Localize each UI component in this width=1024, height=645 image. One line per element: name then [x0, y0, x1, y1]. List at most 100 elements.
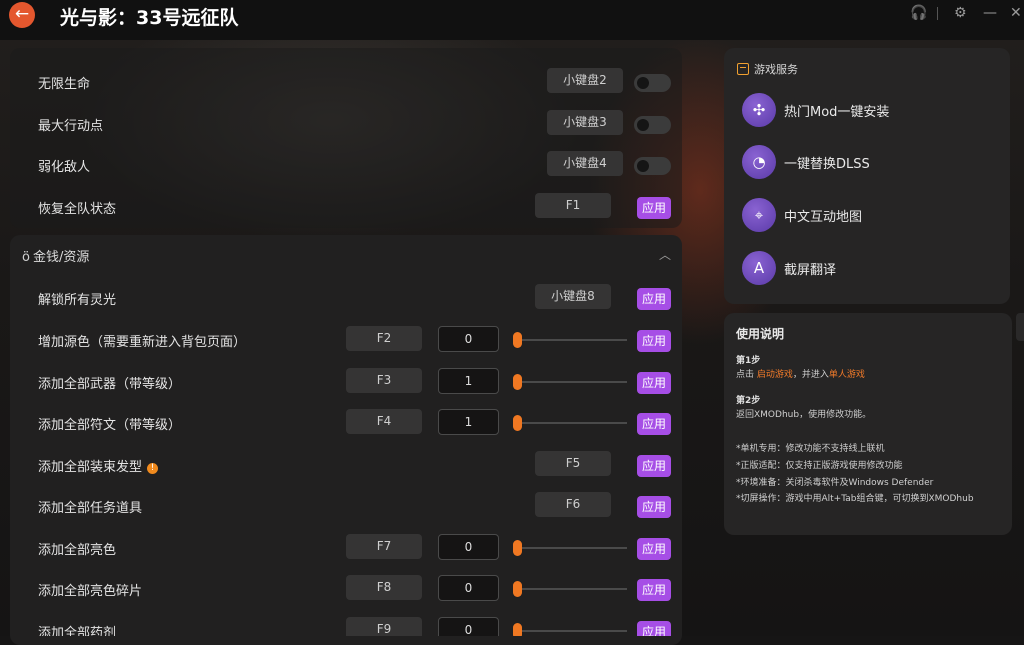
side-drawer-handle[interactable]	[1016, 313, 1024, 341]
slider-track[interactable]	[517, 422, 627, 424]
service-mod-install[interactable]: ✣ 热门Mod一键安装	[742, 90, 1002, 130]
hotkey-button[interactable]: F5	[535, 451, 611, 476]
cheat-label: 添加全部装束发型!	[38, 456, 159, 475]
hotkey-button[interactable]: F1	[535, 193, 611, 218]
cheat-row: 添加全部亮色 F7 0 应用	[10, 527, 682, 565]
cheat-toggle[interactable]	[634, 74, 671, 92]
hotkey-button[interactable]: 小键盘8	[535, 284, 611, 309]
service-label: 一键替换DLSS	[784, 157, 870, 172]
step1-text: 点击 启动游戏，并进入单人游戏	[736, 367, 865, 380]
title-divider	[937, 7, 938, 20]
section-title: 金钱/资源	[32, 250, 90, 265]
cheat-label: 添加全部符文（带等级）	[38, 418, 182, 433]
slider-thumb[interactable]	[513, 415, 522, 431]
step2-text: 返回XMODhub，使用修改功能。	[736, 410, 872, 420]
cheat-row: 添加全部亮色碎片 F8 0 应用	[10, 568, 682, 606]
apply-button[interactable]: 应用	[637, 197, 671, 219]
hotkey-button[interactable]: F9	[346, 617, 422, 636]
package-icon	[737, 63, 749, 75]
warning-icon[interactable]: !	[147, 463, 159, 474]
services-title: 游戏服务	[754, 63, 798, 76]
card-title: 游戏服务	[737, 61, 798, 77]
service-map[interactable]: ⌖ 中文互动地图	[742, 195, 1002, 235]
single-player-link[interactable]: 单人游戏	[829, 370, 865, 380]
amount-input[interactable]: 0	[438, 534, 499, 560]
slider-track[interactable]	[517, 588, 627, 590]
cheat-row: 恢复全队状态 F1 应用	[10, 186, 682, 224]
cheat-label: 恢复全队状态	[38, 202, 117, 217]
slider-track[interactable]	[517, 547, 627, 549]
apply-button[interactable]: 应用	[637, 413, 671, 435]
slider-thumb[interactable]	[513, 374, 522, 390]
amount-input[interactable]: 1	[438, 368, 499, 394]
cheat-row: 添加全部药剂 F9 0 应用	[10, 610, 682, 636]
slider-thumb[interactable]	[513, 623, 522, 636]
step1-title: 第1步	[736, 356, 761, 366]
mod-icon: ✣	[742, 93, 776, 127]
amount-input[interactable]: 1	[438, 409, 499, 435]
step2-title: 第2步	[736, 396, 761, 406]
cheat-label: 添加全部亮色碎片	[38, 584, 143, 599]
cheat-label: 增加源色（需要重新进入背包页面）	[38, 335, 247, 350]
service-dlss[interactable]: ◔ 一键替换DLSS	[742, 142, 1002, 182]
apply-button[interactable]: 应用	[637, 288, 671, 310]
slider-thumb[interactable]	[513, 540, 522, 556]
close-icon[interactable]: ✕	[1010, 5, 1022, 21]
cheat-label-text: 添加全部装束发型	[38, 460, 143, 475]
cheat-label: 最大行动点	[38, 119, 104, 134]
apply-button[interactable]: 应用	[637, 621, 671, 636]
hotkey-button[interactable]: 小键盘3	[547, 110, 623, 135]
service-translate[interactable]: A 截屏翻译	[742, 248, 1002, 288]
hotkey-button[interactable]: F6	[535, 492, 611, 517]
headset-icon[interactable]: 🎧	[910, 5, 927, 21]
minimize-icon[interactable]: —	[983, 5, 997, 21]
cheat-label: 无限生命	[38, 77, 91, 92]
apply-button[interactable]: 应用	[637, 455, 671, 477]
hotkey-button[interactable]: 小键盘2	[547, 68, 623, 93]
launch-game-link[interactable]: 启动游戏	[757, 370, 793, 380]
cheat-label: 添加全部亮色	[38, 543, 117, 558]
amount-input[interactable]: 0	[438, 326, 499, 352]
slider-thumb[interactable]	[513, 581, 522, 597]
cheat-toggle[interactable]	[634, 157, 671, 175]
slider-thumb[interactable]	[513, 332, 522, 348]
cheat-label: 解锁所有灵光	[38, 293, 117, 308]
arrow-left-icon: ←	[14, 4, 30, 24]
apply-button[interactable]: 应用	[637, 538, 671, 560]
apply-button[interactable]: 应用	[637, 330, 671, 352]
settings-icon[interactable]: ⚙	[954, 5, 967, 21]
hotkey-button[interactable]: F4	[346, 409, 422, 434]
slider-track[interactable]	[517, 381, 627, 383]
toggle-knob	[637, 77, 649, 89]
title-bar: ← 光与影：33号远征队 🎧 ⚙ — ✕	[0, 0, 1024, 40]
apply-button[interactable]: 应用	[637, 372, 671, 394]
service-label: 中文互动地图	[784, 210, 863, 225]
amount-input[interactable]: 0	[438, 575, 499, 601]
cheat-label: 弱化敌人	[38, 160, 91, 175]
apply-button[interactable]: 应用	[637, 496, 671, 518]
cheat-toggle[interactable]	[634, 116, 671, 134]
hotkey-button[interactable]: 小键盘4	[547, 151, 623, 176]
cheat-row: 弱化敌人 小键盘4	[10, 144, 682, 182]
cheat-row: 解锁所有灵光 小键盘8 应用	[10, 277, 682, 315]
help-note: *环境准备：关闭杀毒软件及Windows Defender	[736, 478, 934, 488]
cheat-label: 添加全部武器（带等级）	[38, 377, 182, 392]
hotkey-button[interactable]: F8	[346, 575, 422, 600]
game-services-card: 游戏服务 ✣ 热门Mod一键安装 ◔ 一键替换DLSS ⌖ 中文互动地图 A 截…	[724, 48, 1010, 304]
app-title: 光与影：33号远征队	[60, 7, 239, 29]
help-title: 使用说明	[736, 327, 785, 341]
cheat-row: 添加全部装束发型! F5 应用	[10, 444, 682, 482]
hotkey-button[interactable]: F7	[346, 534, 422, 559]
dlss-icon: ◔	[742, 145, 776, 179]
hotkey-button[interactable]: F2	[346, 326, 422, 351]
chevron-up-icon[interactable]: ︿	[659, 246, 671, 263]
translate-icon: A	[742, 251, 776, 285]
apply-button[interactable]: 应用	[637, 579, 671, 601]
hotkey-button[interactable]: F3	[346, 368, 422, 393]
amount-input[interactable]: 0	[438, 617, 499, 636]
slider-track[interactable]	[517, 630, 627, 632]
slider-track[interactable]	[517, 339, 627, 341]
section-header[interactable]: ö 金钱/资源	[22, 246, 89, 265]
step1-prefix: 点击	[736, 370, 757, 380]
back-button[interactable]: ←	[9, 2, 35, 28]
